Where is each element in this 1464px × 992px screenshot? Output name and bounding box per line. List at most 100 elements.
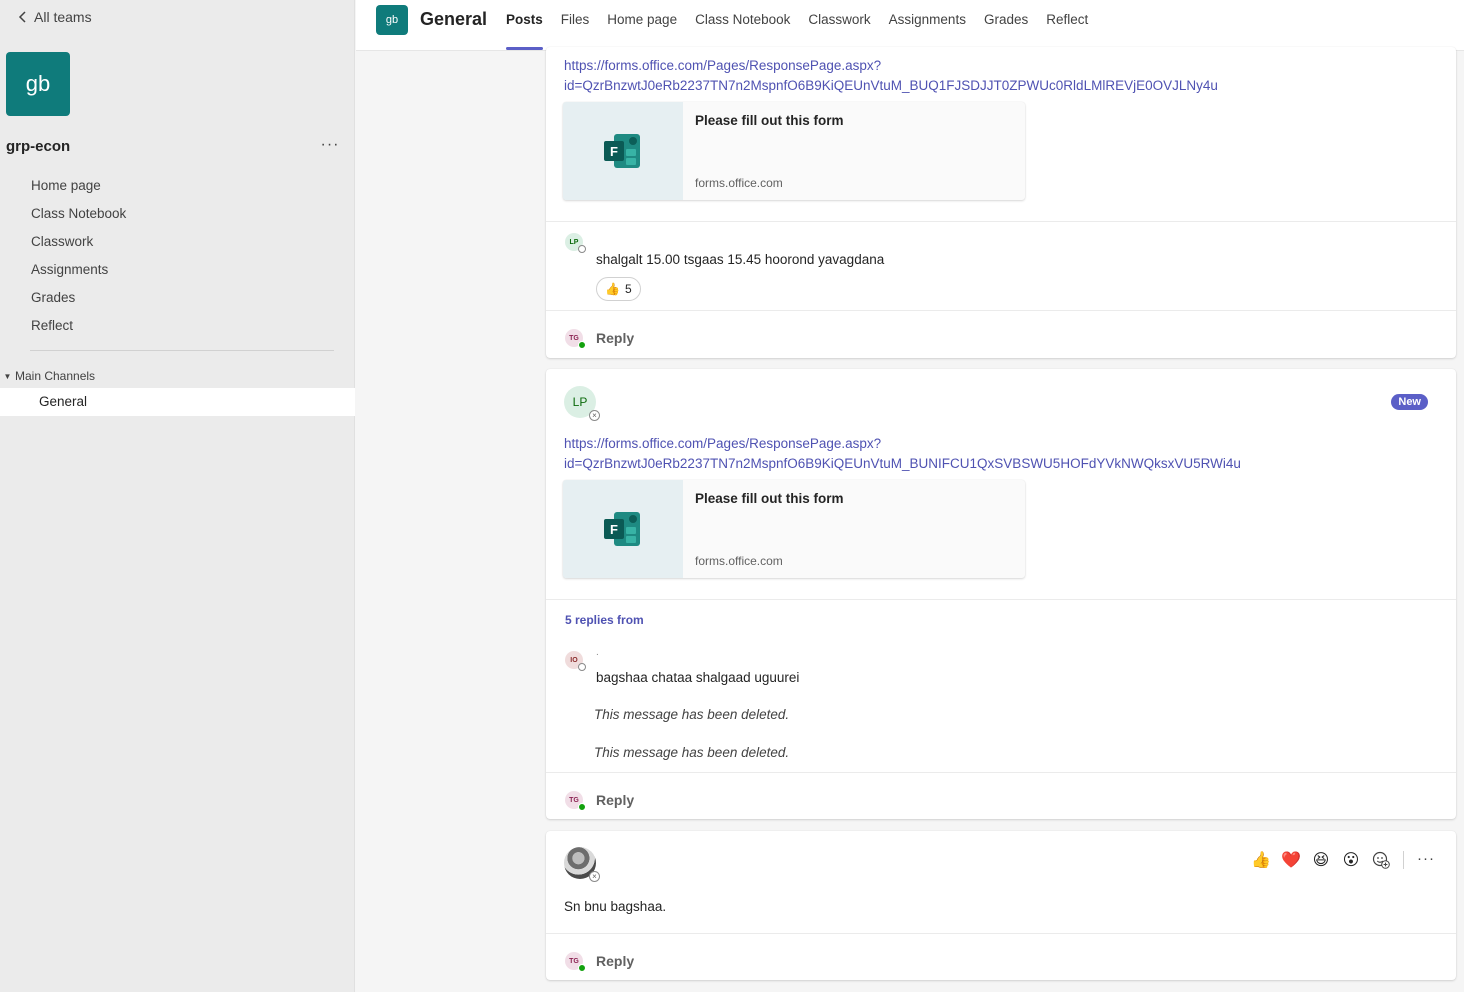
preview-title: Please fill out this form [695, 491, 844, 506]
reply-message: shalgalt 15.00 tsgaas 15.45 hoorond yava… [596, 252, 885, 267]
presence-available-icon [578, 803, 586, 811]
chevron-left-icon [12, 7, 34, 27]
reply-box-separator [546, 933, 1456, 934]
presence-available-icon [578, 964, 586, 972]
thumbs-up-icon[interactable]: 👍 [1249, 848, 1273, 872]
link-preview-card[interactable]: F Please fill out this form forms.office… [563, 480, 1025, 578]
avatar-initials: TG [569, 796, 579, 804]
reply-author-dot: . [596, 647, 599, 658]
presence-offline-icon: × [589, 871, 600, 882]
heart-icon[interactable]: ❤️ [1279, 848, 1303, 872]
form-link[interactable]: https://forms.office.com/Pages/ResponseP… [564, 434, 1241, 474]
microsoft-forms-icon: F [604, 512, 640, 546]
new-badge: New [1391, 394, 1428, 410]
sidebar-item-home-page[interactable]: Home page [0, 172, 355, 200]
svg-text:F: F [610, 522, 618, 537]
channel-item-general[interactable]: General [0, 388, 355, 416]
forms-thumbnail: F [563, 102, 683, 200]
tab-files[interactable]: Files [552, 0, 599, 51]
surprised-icon[interactable]: 😮 [1339, 848, 1363, 872]
back-label: All teams [34, 9, 92, 25]
preview-domain: forms.office.com [695, 554, 783, 568]
form-link-line-1: https://forms.office.com/Pages/ResponseP… [564, 58, 882, 73]
post-card: https://forms.office.com/Pages/ResponseP… [546, 47, 1456, 358]
presence-available-icon [578, 341, 586, 349]
tab-posts[interactable]: Posts [497, 0, 552, 51]
avatar[interactable]: × [564, 847, 600, 882]
reply-separator [546, 599, 1456, 600]
sidebar-item-classwork[interactable]: Classwork [0, 228, 355, 256]
reply-separator [546, 221, 1456, 222]
team-more-options-icon[interactable]: ··· [318, 136, 342, 158]
team-avatar: gb [6, 52, 70, 116]
posts-feed[interactable]: https://forms.office.com/Pages/ResponseP… [356, 47, 1464, 992]
form-link-line-1: https://forms.office.com/Pages/ResponseP… [564, 436, 882, 451]
avatar[interactable]: LP × [564, 386, 600, 421]
reaction-count: 5 [624, 282, 632, 296]
reply-message: bagshaa chataa shalgaad uguurei [596, 670, 800, 685]
team-nav: Home page Class Notebook Classwork Assig… [0, 172, 355, 340]
sidebar-item-grades[interactable]: Grades [0, 284, 355, 312]
tab-assignments[interactable]: Assignments [880, 0, 975, 51]
post-message: Sn bnu bagshaa. [564, 899, 667, 914]
reply-button[interactable]: Reply [596, 792, 634, 808]
more-options-icon[interactable]: ··· [1414, 848, 1438, 872]
channel-tabs: Posts Files Home page Class Notebook Cla… [497, 0, 1097, 51]
tab-home-page[interactable]: Home page [598, 0, 686, 51]
channel-team-avatar: gb [376, 5, 408, 35]
avatar: TG [565, 329, 586, 349]
caret-down-icon: ▼ [3, 371, 12, 381]
replies-from-link[interactable]: 5 replies from [565, 613, 644, 627]
microsoft-forms-icon: F [604, 134, 640, 168]
preview-title: Please fill out this form [695, 113, 844, 128]
reply-box-separator [546, 310, 1456, 311]
sidebar: All teams gb grp-econ ··· Home page Clas… [0, 0, 355, 992]
avatar-initials: TG [569, 334, 579, 342]
form-link-line-2: id=QzrBnzwtJ0eRb2237TN7n2MspnfO6B9KiQEUn… [564, 456, 1241, 471]
preview-domain: forms.office.com [695, 176, 783, 190]
post-card: × 👍 ❤️ 😆 😮 ··· Sn bnu bagshaa. TG Reply [546, 831, 1456, 980]
reaction-bar: 👍 ❤️ 😆 😮 ··· [1249, 848, 1438, 872]
channels-header-label: Main Channels [15, 369, 96, 383]
add-reaction-icon[interactable] [1369, 848, 1393, 872]
sidebar-item-assignments[interactable]: Assignments [0, 256, 355, 284]
link-preview-card[interactable]: F Please fill out this form forms.office… [563, 102, 1025, 200]
avatar-initials: LP [572, 395, 588, 409]
post-card: LP × New https://forms.office.com/Pages/… [546, 369, 1456, 819]
deleted-message: This message has been deleted. [594, 745, 790, 760]
svg-text:F: F [610, 144, 618, 159]
tab-classwork[interactable]: Classwork [799, 0, 879, 51]
avatar: TG [565, 791, 586, 811]
sidebar-item-reflect[interactable]: Reflect [0, 312, 355, 340]
avatar: TG [565, 952, 586, 972]
deleted-message: This message has been deleted. [594, 707, 790, 722]
form-link-line-2: id=QzrBnzwtJ0eRb2237TN7n2MspnfO6B9KiQEUn… [564, 78, 1218, 93]
form-link[interactable]: https://forms.office.com/Pages/ResponseP… [564, 56, 1218, 96]
laugh-icon[interactable]: 😆 [1309, 848, 1333, 872]
presence-offline-icon: × [589, 410, 600, 421]
presence-offline-icon [578, 663, 586, 671]
channel-title: General [420, 9, 488, 29]
avatar-initials: LP [569, 238, 579, 246]
tab-grades[interactable]: Grades [975, 0, 1037, 51]
avatar[interactable]: LP [565, 233, 586, 253]
sidebar-item-class-notebook[interactable]: Class Notebook [0, 200, 355, 228]
reply-button[interactable]: Reply [596, 330, 634, 346]
sidebar-divider [30, 350, 334, 351]
tab-reflect[interactable]: Reflect [1037, 0, 1097, 51]
thumbs-up-reaction[interactable]: 👍 5 [596, 277, 641, 301]
avatar[interactable]: IO [565, 651, 586, 671]
team-name: grp-econ [6, 138, 71, 155]
avatar-initials: TG [569, 957, 579, 965]
forms-thumbnail: F [563, 480, 683, 578]
reply-box-separator [546, 772, 1456, 773]
reaction-bar-divider [1403, 851, 1404, 869]
main-channels-toggle[interactable]: ▼ Main Channels [0, 366, 96, 386]
avatar-initials: IO [570, 656, 578, 664]
tab-class-notebook[interactable]: Class Notebook [686, 0, 799, 51]
reply-button[interactable]: Reply [596, 953, 634, 969]
channel-header: gb General Posts Files Home page Class N… [356, 0, 1464, 51]
thumbs-up-icon: 👍 [605, 282, 620, 296]
presence-offline-icon [578, 245, 586, 253]
back-to-all-teams[interactable]: All teams [12, 6, 92, 28]
